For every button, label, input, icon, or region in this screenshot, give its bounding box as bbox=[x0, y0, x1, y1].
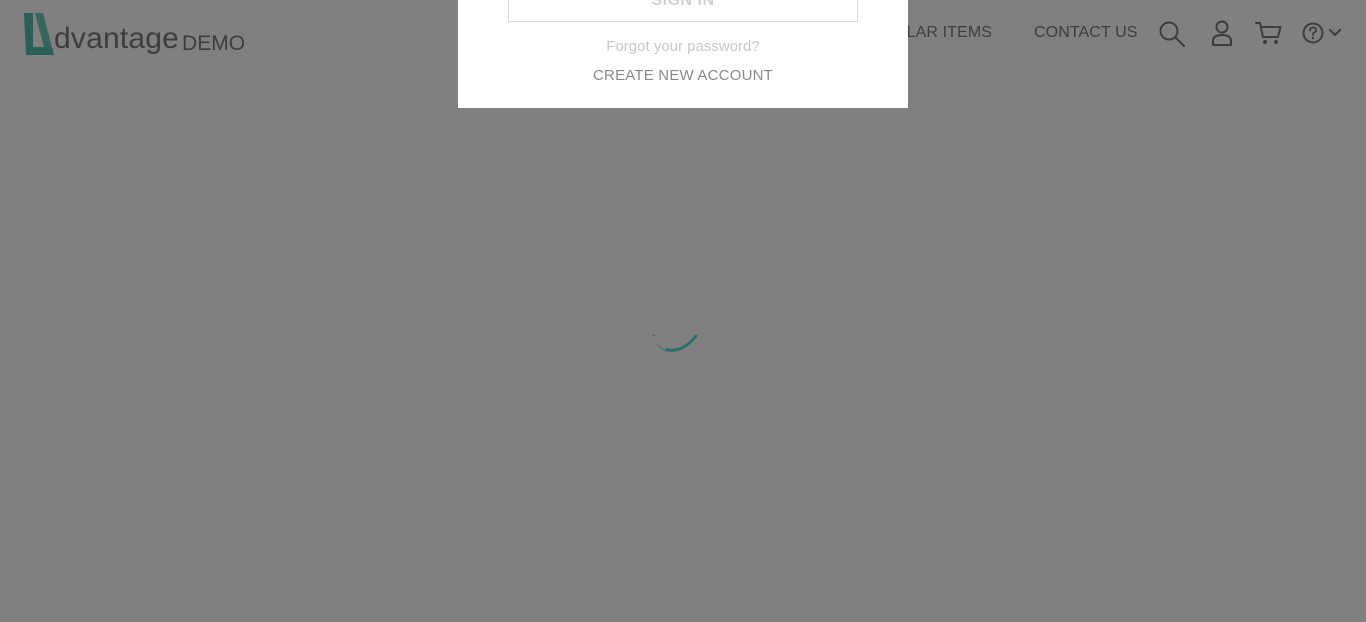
logo-word: dvantage bbox=[54, 22, 180, 55]
logo-mark-icon bbox=[24, 13, 54, 55]
user-icon[interactable] bbox=[1210, 19, 1234, 47]
create-new-account-link[interactable]: CREATE NEW ACCOUNT bbox=[458, 67, 908, 84]
forgot-password-link[interactable]: Forgot your password? bbox=[458, 38, 908, 55]
help-icon[interactable] bbox=[1302, 22, 1324, 44]
search-icon[interactable] bbox=[1158, 20, 1186, 48]
login-popup: SIGN IN Forgot your password? CREATE NEW… bbox=[458, 0, 908, 108]
cart-icon[interactable] bbox=[1255, 20, 1282, 46]
logo-demo-label: DEMO bbox=[182, 32, 246, 55]
nav-popular-items[interactable]: ULAR ITEMS bbox=[895, 24, 992, 42]
page: dvantage DEMO ULAR ITEMS CONTACT US SIGN… bbox=[0, 0, 1366, 622]
chevron-down-icon[interactable] bbox=[1328, 28, 1342, 38]
sign-in-button[interactable]: SIGN IN bbox=[508, 0, 858, 22]
logo[interactable]: dvantage DEMO bbox=[22, 9, 245, 57]
nav-contact-us[interactable]: CONTACT US bbox=[1034, 24, 1138, 42]
loading-spinner-icon bbox=[652, 334, 698, 352]
